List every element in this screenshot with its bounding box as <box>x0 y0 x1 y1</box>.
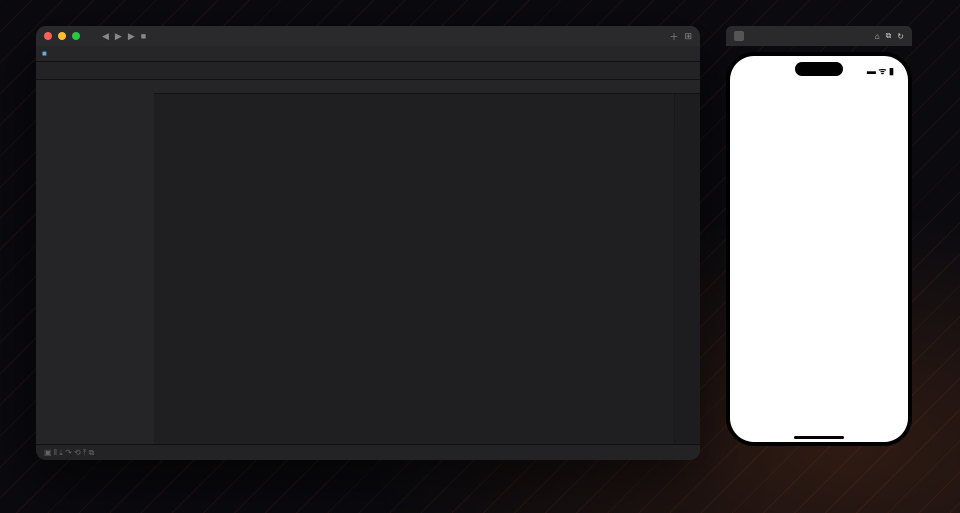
library-icon[interactable]: ⊞ <box>684 31 692 42</box>
debug-bar-icons[interactable]: ▣ ‖ ⤓ ↷ ⟲ ⤒ ⧉ <box>44 448 94 458</box>
line-gutter <box>154 94 178 444</box>
dynamic-island <box>795 62 843 76</box>
minimap[interactable] <box>674 94 700 444</box>
run-icon[interactable]: ▶ <box>128 31 135 42</box>
home-indicator[interactable] <box>794 436 844 439</box>
xcode-window: ◀ ▶ ▶ ■ ＋ ⊞ ■ ▣ ‖ ⤓ ↷ ⟲ ⤒ ⧉ <box>36 26 700 460</box>
editor-tab-bar <box>36 62 700 80</box>
minimize-icon[interactable] <box>58 32 66 40</box>
zoom-icon[interactable] <box>72 32 80 40</box>
simulator-titlebar: ⌂ ⧉ ↻ <box>726 26 912 46</box>
status-bar: ▣ ‖ ⤓ ↷ ⟲ ⤒ ⧉ <box>36 444 700 460</box>
nav-back-icon[interactable]: ◀ <box>102 31 109 42</box>
close-icon[interactable] <box>44 32 52 40</box>
screenshot-icon[interactable]: ⧉ <box>886 31 892 41</box>
project-header: ■ <box>36 46 700 62</box>
sim-app-icon <box>734 31 744 41</box>
phone-bezel: ▬ ᯤ ▮ <box>726 52 912 446</box>
simulator-window: ⌂ ⧉ ↻ ▬ ᯤ ▮ <box>726 26 912 446</box>
stop-icon[interactable]: ■ <box>141 31 146 41</box>
status-indicators: ▬ ᯤ ▮ <box>867 64 894 77</box>
project-navigator[interactable] <box>36 80 154 444</box>
code-text[interactable] <box>178 94 674 444</box>
page-title <box>730 84 908 96</box>
home-icon[interactable]: ⌂ <box>875 32 880 41</box>
rotate-icon[interactable]: ↻ <box>897 32 904 41</box>
nav-fwd-icon[interactable]: ▶ <box>115 31 122 42</box>
breadcrumb[interactable] <box>154 80 700 94</box>
phone-screen[interactable]: ▬ ᯤ ▮ <box>730 56 908 442</box>
code-editor[interactable] <box>154 94 700 444</box>
launch-list[interactable] <box>730 96 908 433</box>
titlebar: ◀ ▶ ▶ ■ ＋ ⊞ <box>36 26 700 46</box>
add-icon[interactable]: ＋ <box>669 30 678 43</box>
editor-area <box>154 80 700 444</box>
